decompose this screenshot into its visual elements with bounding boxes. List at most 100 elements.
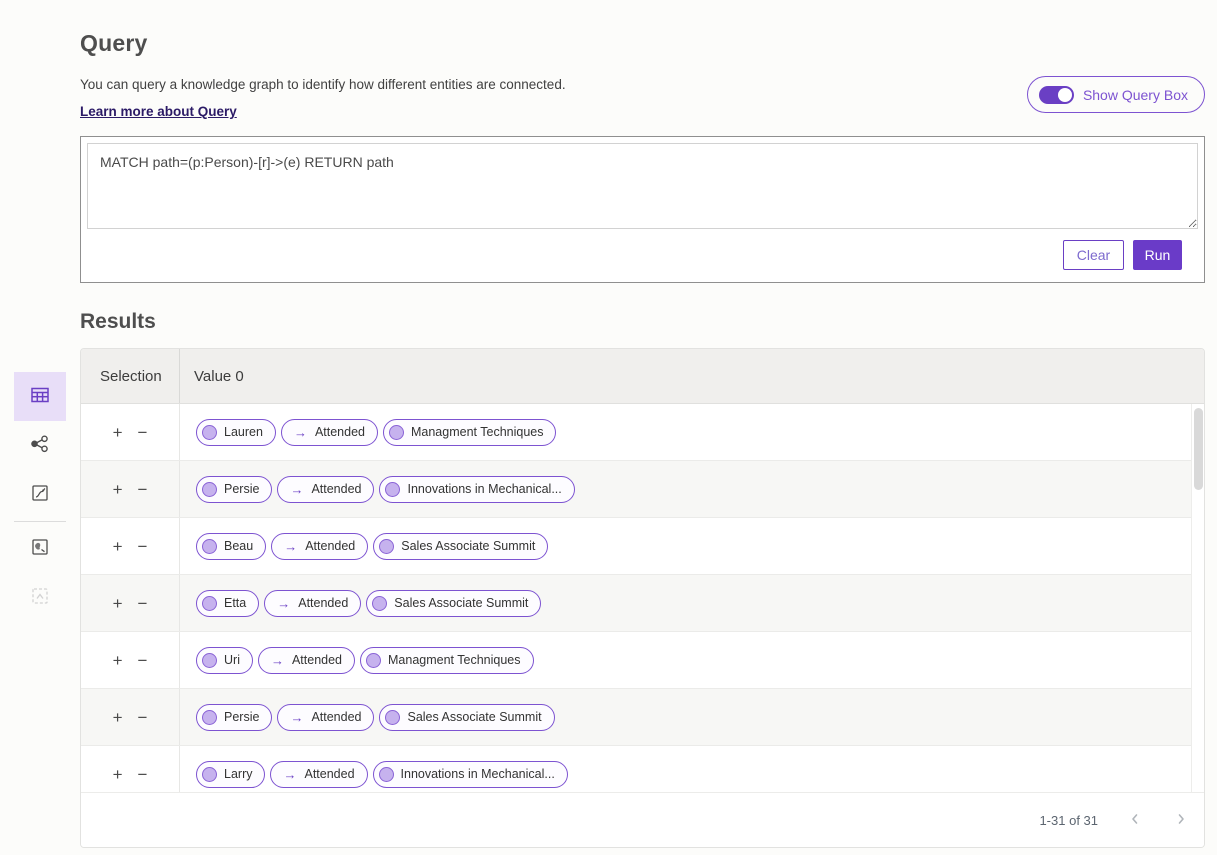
- edge-pill[interactable]: → Attended: [270, 761, 367, 788]
- query-input[interactable]: MATCH path=(p:Person)-[r]->(e) RETURN pa…: [87, 143, 1198, 229]
- table-row: + − Uri → Attended Managment Techniques: [81, 632, 1192, 689]
- node-icon: [202, 425, 217, 440]
- edge-label: Attended: [311, 710, 361, 724]
- edge-pill[interactable]: → Attended: [281, 419, 378, 446]
- exclude-row-button[interactable]: −: [136, 709, 150, 726]
- arrow-right-icon: →: [290, 482, 303, 497]
- node-icon: [372, 596, 387, 611]
- previous-page-button[interactable]: [1126, 810, 1144, 831]
- edge-label: Attended: [304, 767, 354, 781]
- selection-cell: + −: [81, 461, 180, 517]
- value-cell: Persie → Attended Innovations in Mechani…: [180, 461, 575, 517]
- query-actions: Clear Run: [81, 235, 1204, 282]
- include-row-button[interactable]: +: [111, 481, 125, 498]
- node-icon: [202, 539, 217, 554]
- exclude-row-button[interactable]: −: [136, 652, 150, 669]
- node-pill[interactable]: Managment Techniques: [383, 419, 557, 446]
- node-icon: [202, 596, 217, 611]
- chevron-left-icon: [1128, 812, 1142, 829]
- include-row-button[interactable]: +: [111, 424, 125, 441]
- run-button[interactable]: Run: [1133, 240, 1182, 270]
- node-pill[interactable]: Lauren: [196, 419, 276, 446]
- graph-icon: [29, 433, 51, 458]
- include-row-button[interactable]: +: [111, 766, 125, 783]
- arrow-right-icon: →: [277, 596, 290, 611]
- next-page-button[interactable]: [1172, 810, 1190, 831]
- include-row-button[interactable]: +: [111, 595, 125, 612]
- edge-label: Attended: [311, 482, 361, 496]
- selection-cell: + −: [81, 746, 180, 792]
- toggle-label: Show Query Box: [1083, 87, 1188, 103]
- column-header-value: Value 0: [180, 368, 244, 385]
- edge-pill[interactable]: → Attended: [271, 533, 368, 560]
- node-pill[interactable]: Beau: [196, 533, 266, 560]
- node-pill[interactable]: Larry: [196, 761, 265, 788]
- view-switcher-sidebar: [14, 372, 66, 622]
- table-header: Selection Value 0: [81, 349, 1204, 404]
- node-pill[interactable]: Etta: [196, 590, 259, 617]
- node-icon: [366, 653, 381, 668]
- selection-cell: + −: [81, 575, 180, 631]
- table-row: + − Beau → Attended Sales Associate Summ…: [81, 518, 1192, 575]
- node-icon: [385, 710, 400, 725]
- table-row: + − Larry → Attended Innovations in Mech…: [81, 746, 1192, 792]
- exclude-row-button[interactable]: −: [136, 595, 150, 612]
- node-icon: [389, 425, 404, 440]
- edge-pill[interactable]: → Attended: [277, 476, 374, 503]
- include-row-button[interactable]: +: [111, 538, 125, 555]
- column-header-selection: Selection: [81, 349, 180, 403]
- table-icon: [29, 384, 51, 409]
- node-pill[interactable]: Persie: [196, 704, 272, 731]
- node-pill[interactable]: Sales Associate Summit: [379, 704, 554, 731]
- exclude-row-button[interactable]: −: [136, 766, 150, 783]
- selection-cell: + −: [81, 518, 180, 574]
- node-pill[interactable]: Managment Techniques: [360, 647, 534, 674]
- node-label: Uri: [224, 653, 240, 667]
- results-table: Selection Value 0 + − Lauren → Attended: [80, 348, 1205, 848]
- node-label: Larry: [224, 767, 252, 781]
- table-view-button[interactable]: [14, 372, 66, 421]
- node-pill[interactable]: Persie: [196, 476, 272, 503]
- clear-button[interactable]: Clear: [1063, 240, 1124, 270]
- table-body: + − Lauren → Attended Managment Techniqu…: [81, 404, 1204, 792]
- include-row-button[interactable]: +: [111, 652, 125, 669]
- node-label: Sales Associate Summit: [407, 710, 541, 724]
- chart-icon: [30, 483, 50, 506]
- include-row-button[interactable]: +: [111, 709, 125, 726]
- graph-view-button[interactable]: [14, 421, 66, 470]
- table-row: + − Lauren → Attended Managment Techniqu…: [81, 404, 1192, 461]
- edge-pill[interactable]: → Attended: [258, 647, 355, 674]
- node-icon: [379, 767, 394, 782]
- node-label: Etta: [224, 596, 246, 610]
- node-icon: [202, 482, 217, 497]
- node-pill[interactable]: Innovations in Mechanical...: [379, 476, 574, 503]
- value-cell: Beau → Attended Sales Associate Summit: [180, 518, 548, 574]
- exclude-row-button[interactable]: −: [136, 538, 150, 555]
- edge-label: Attended: [298, 596, 348, 610]
- map-view-button[interactable]: [14, 524, 66, 573]
- edge-pill[interactable]: → Attended: [264, 590, 361, 617]
- edge-pill[interactable]: → Attended: [277, 704, 374, 731]
- node-pill[interactable]: Innovations in Mechanical...: [373, 761, 568, 788]
- value-cell: Uri → Attended Managment Techniques: [180, 632, 534, 688]
- node-pill[interactable]: Sales Associate Summit: [373, 533, 548, 560]
- value-cell: Larry → Attended Innovations in Mechanic…: [180, 746, 568, 792]
- page-title: Query: [80, 30, 1205, 57]
- node-pill[interactable]: Uri: [196, 647, 253, 674]
- node-pill[interactable]: Sales Associate Summit: [366, 590, 541, 617]
- exclude-row-button[interactable]: −: [136, 424, 150, 441]
- show-query-box-toggle[interactable]: Show Query Box: [1027, 76, 1205, 113]
- node-label: Sales Associate Summit: [401, 539, 535, 553]
- value-cell: Persie → Attended Sales Associate Summit: [180, 689, 555, 745]
- node-label: Sales Associate Summit: [394, 596, 528, 610]
- exclude-row-button[interactable]: −: [136, 481, 150, 498]
- node-label: Innovations in Mechanical...: [401, 767, 555, 781]
- map-icon: [30, 537, 50, 560]
- node-label: Innovations in Mechanical...: [407, 482, 561, 496]
- node-icon: [202, 653, 217, 668]
- table-scrollbar-thumb[interactable]: [1194, 408, 1203, 490]
- learn-more-link[interactable]: Learn more about Query: [80, 104, 237, 119]
- node-icon: [379, 539, 394, 554]
- chart-view-button[interactable]: [14, 470, 66, 519]
- arrow-right-icon: →: [271, 653, 284, 668]
